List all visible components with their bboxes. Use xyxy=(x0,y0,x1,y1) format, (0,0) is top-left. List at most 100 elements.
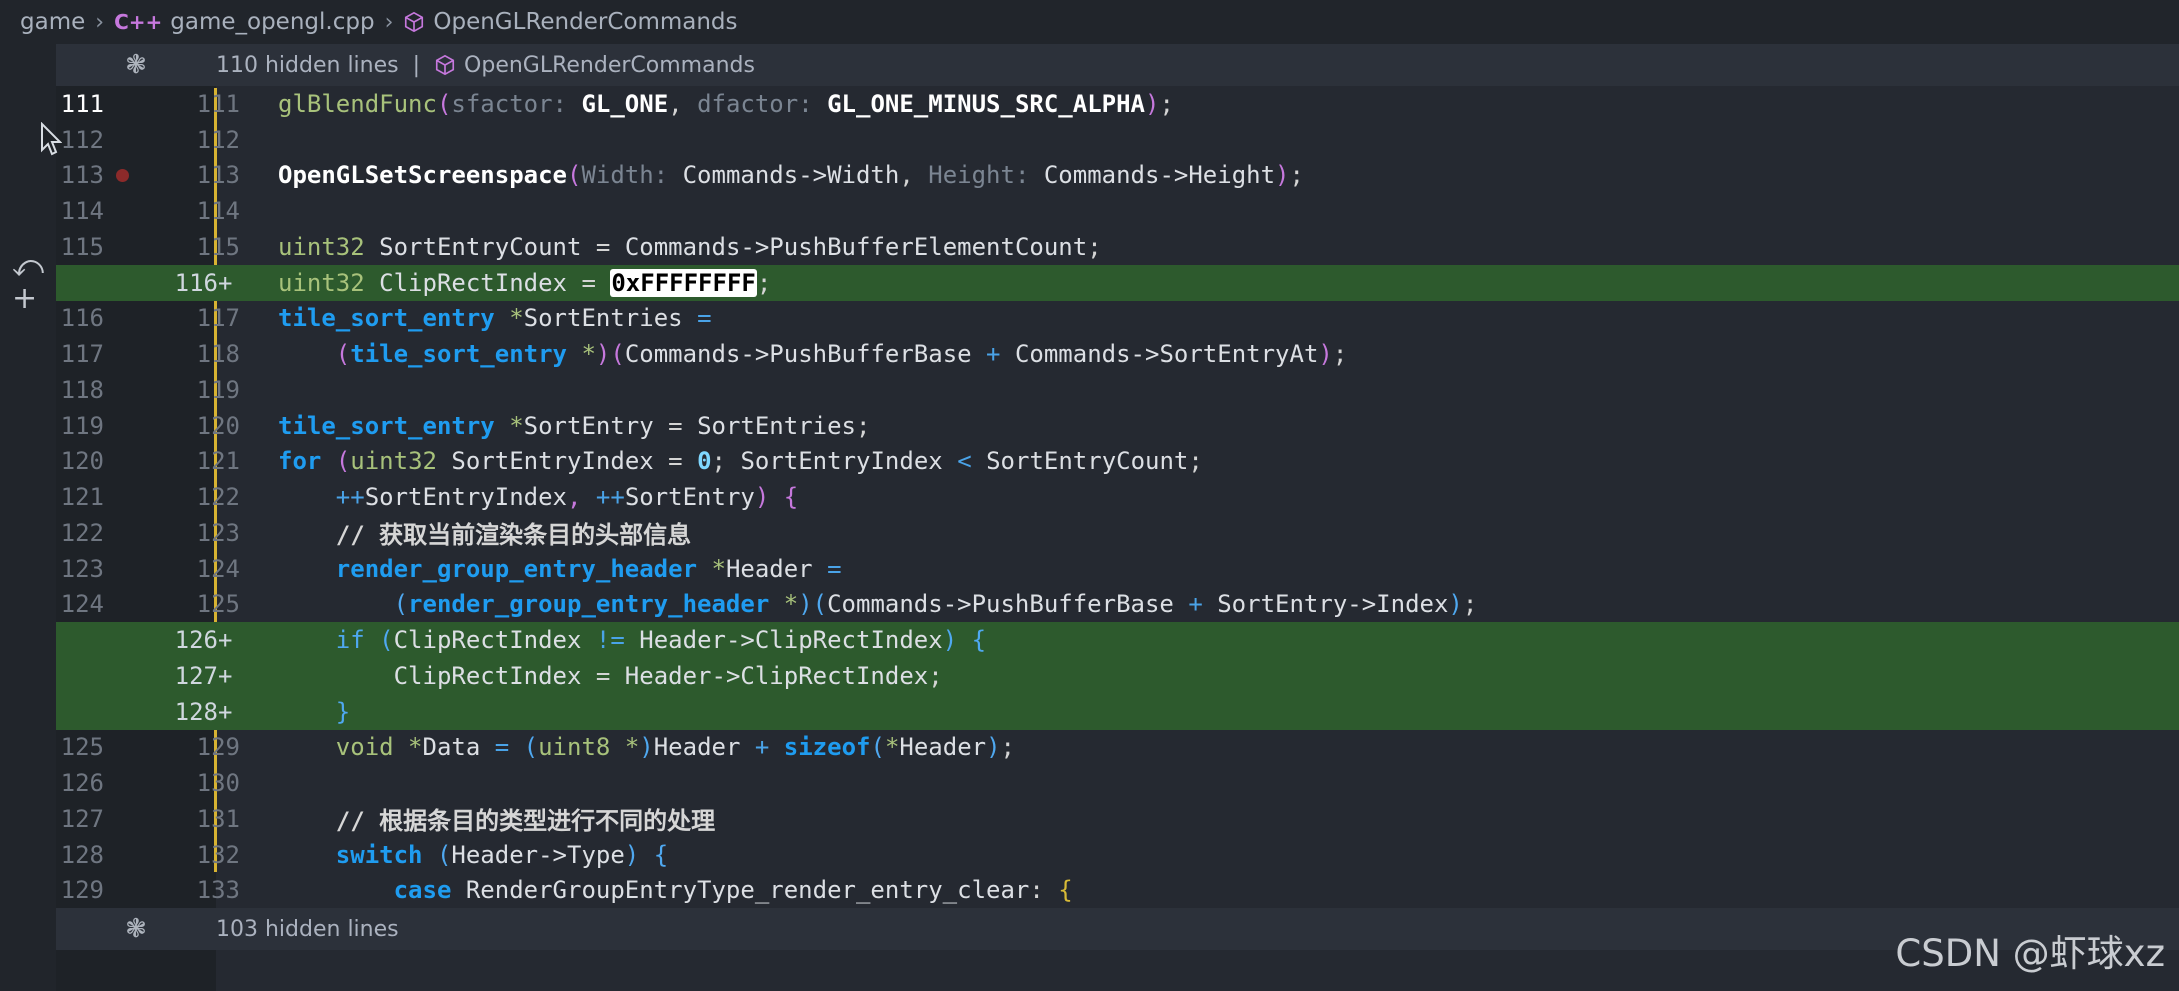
code-text: case RenderGroupEntryType_render_entry_c… xyxy=(393,876,1073,905)
added-code-line[interactable]: 127 + ClipRectIndex = Header->ClipRectIn… xyxy=(56,658,2179,694)
new-line-number: 114 xyxy=(196,197,240,226)
cube-icon xyxy=(403,11,425,33)
undo-arrow-icon[interactable]: ⤺ xyxy=(12,252,44,282)
code-line[interactable]: 121 122 ++SortEntryIndex, ++SortEntry) { xyxy=(56,479,2179,515)
hidden-lines-count[interactable]: 110 hidden lines xyxy=(216,53,399,78)
breadcrumb: game › C++ game_opengl.cpp › OpenGLRende… xyxy=(0,0,2179,44)
code-line[interactable]: 126 130 xyxy=(56,765,2179,801)
code-line[interactable]: 129 133 case RenderGroupEntryType_render… xyxy=(56,873,2179,909)
code-text: OpenGLSetScreenspace(Width: Commands->Wi… xyxy=(278,161,1304,190)
code-text: ++SortEntryIndex, ++SortEntry) { xyxy=(335,483,799,512)
code-text: (tile_sort_entry *)(Commands->PushBuffer… xyxy=(335,340,1348,369)
old-line-number: 124 xyxy=(60,590,104,619)
code-line[interactable]: 122 123 // 获取当前渲染条目的头部信息 xyxy=(56,515,2179,551)
new-line-number: 119 xyxy=(196,375,240,404)
code-line[interactable]: 116 117 tile_sort_entry *SortEntries = xyxy=(56,301,2179,337)
breadcrumb-file[interactable]: game_opengl.cpp xyxy=(170,9,374,35)
old-line-number: 112 xyxy=(60,125,104,154)
new-line-number: 129 xyxy=(196,733,240,762)
code-line[interactable]: 128 132 switch (Header->Type) { xyxy=(56,837,2179,873)
code-text: tile_sort_entry *SortEntry = SortEntries… xyxy=(278,411,871,440)
new-line-number: 111 xyxy=(196,89,240,118)
new-line-number: 130 xyxy=(196,769,240,798)
new-line-number: 118 xyxy=(196,340,240,369)
code-line[interactable]: 112 112 xyxy=(56,122,2179,158)
code-line[interactable]: 124 125 (render_group_entry_header *)(Co… xyxy=(56,587,2179,623)
code-text: uint32 ClipRectIndex = 0xFFFFFFFF; xyxy=(278,268,772,297)
code-text: uint32 SortEntryCount = Commands->PushBu… xyxy=(278,232,1102,261)
code-text: for (uint32 SortEntryIndex = 0; SortEntr… xyxy=(278,447,1203,476)
code-text: if (ClipRectIndex != Header->ClipRectInd… xyxy=(335,626,987,655)
mouse-cursor-icon xyxy=(40,121,63,160)
breakpoint-icon[interactable] xyxy=(116,168,129,182)
cpp-file-icon: C++ xyxy=(114,10,163,34)
separator: | xyxy=(412,52,421,78)
code-text: ClipRectIndex = Header->ClipRectIndex; xyxy=(393,661,943,690)
code-line[interactable]: 117 118 (tile_sort_entry *)(Commands->Pu… xyxy=(56,336,2179,372)
selected-text: 0xFFFFFFFF xyxy=(610,268,757,297)
code-line[interactable]: 111 111 glBlendFunc(sfactor: GL_ONE, dfa… xyxy=(56,86,2179,122)
code-line[interactable]: 123 124 render_group_entry_header *Heade… xyxy=(56,551,2179,587)
old-line-number: 115 xyxy=(60,232,104,261)
old-line-number: 118 xyxy=(60,375,104,404)
cube-icon xyxy=(434,54,456,76)
hidden-lines-symbol: OpenGLRenderCommands xyxy=(464,52,755,78)
code-line[interactable]: 114 114 xyxy=(56,193,2179,229)
code-editor[interactable]: 111 111 glBlendFunc(sfactor: GL_ONE, dfa… xyxy=(56,86,2179,908)
fold-gear-icon[interactable]: ❃ xyxy=(56,50,216,80)
code-line[interactable]: 125 129 void *Data = (uint8 *)Header + s… xyxy=(56,730,2179,766)
old-line-number: 123 xyxy=(60,554,104,583)
new-line-number: 122 xyxy=(196,483,240,512)
plus-icon[interactable]: + xyxy=(12,284,44,314)
code-text: switch (Header->Type) { xyxy=(335,840,669,869)
code-text: } xyxy=(335,697,351,726)
code-text: void *Data = (uint8 *)Header + sizeof(*H… xyxy=(335,733,1015,762)
breadcrumb-folder[interactable]: game xyxy=(20,9,85,35)
old-line-number: 125 xyxy=(60,733,104,762)
watermark: CSDN @虾球xz xyxy=(1895,932,2165,975)
code-line[interactable]: 119 120 tile_sort_entry *SortEntry = Sor… xyxy=(56,408,2179,444)
code-line[interactable]: 120 121 for (uint32 SortEntryIndex = 0; … xyxy=(56,444,2179,480)
new-line-number: 112 xyxy=(196,125,240,154)
added-line-marker: + xyxy=(218,697,233,726)
new-line-number: 115 xyxy=(196,232,240,261)
code-text: tile_sort_entry *SortEntries = xyxy=(278,304,712,333)
chevron-right-icon: › xyxy=(384,9,394,35)
new-line-number: 120 xyxy=(196,411,240,440)
hidden-lines-bar-bottom[interactable]: ❃ 103 hidden lines xyxy=(56,908,2179,950)
old-line-number: 121 xyxy=(60,483,104,512)
new-line-number: 117 xyxy=(196,304,240,333)
hidden-lines-count[interactable]: 103 hidden lines xyxy=(216,917,399,942)
added-code-line[interactable]: 128 + } xyxy=(56,693,2179,730)
fold-gear-icon[interactable]: ❃ xyxy=(56,914,216,944)
hidden-lines-bar-top[interactable]: ❃ 110 hidden lines | OpenGLRenderCommand… xyxy=(56,44,2179,86)
old-line-number: 111 xyxy=(60,89,104,118)
new-line-number: 116 xyxy=(174,268,218,297)
code-line[interactable]: 118 119 xyxy=(56,372,2179,408)
old-line-number: 119 xyxy=(60,411,104,440)
chevron-right-icon: › xyxy=(95,9,105,35)
code-text: render_group_entry_header *Header = xyxy=(335,554,842,583)
added-line-marker: + xyxy=(218,268,233,297)
old-line-number: 129 xyxy=(60,876,104,905)
code-line[interactable]: 113 113 OpenGLSetScreenspace(Width: Comm… xyxy=(56,158,2179,194)
old-line-number: 114 xyxy=(60,197,104,226)
added-code-line[interactable]: 126 + if (ClipRectIndex != Header->ClipR… xyxy=(56,622,2179,658)
code-line[interactable]: 115 115 uint32 SortEntryCount = Commands… xyxy=(56,229,2179,265)
code-text: // 获取当前渲染条目的头部信息 xyxy=(335,521,692,550)
code-text: glBlendFunc(sfactor: GL_ONE, dfactor: GL… xyxy=(278,89,1174,118)
old-line-number: 117 xyxy=(60,340,104,369)
new-line-number: 127 xyxy=(174,661,218,690)
new-line-number: 126 xyxy=(174,626,218,655)
activity-strip xyxy=(0,44,56,991)
new-line-number: 132 xyxy=(196,840,240,869)
breadcrumb-symbol[interactable]: OpenGLRenderCommands xyxy=(433,9,737,35)
added-line-marker: + xyxy=(218,661,233,690)
added-code-line[interactable]: 116 + uint32 ClipRectIndex = 0xFFFFFFFF; xyxy=(56,264,2179,301)
code-text: (render_group_entry_header *)(Commands->… xyxy=(393,590,1478,619)
old-line-number: 127 xyxy=(60,804,104,833)
code-line[interactable]: 127 131 // 根据条目的类型进行不同的处理 xyxy=(56,801,2179,837)
new-line-number: 131 xyxy=(196,804,240,833)
code-text: // 根据条目的类型进行不同的处理 xyxy=(335,807,716,836)
new-line-number: 123 xyxy=(196,518,240,547)
